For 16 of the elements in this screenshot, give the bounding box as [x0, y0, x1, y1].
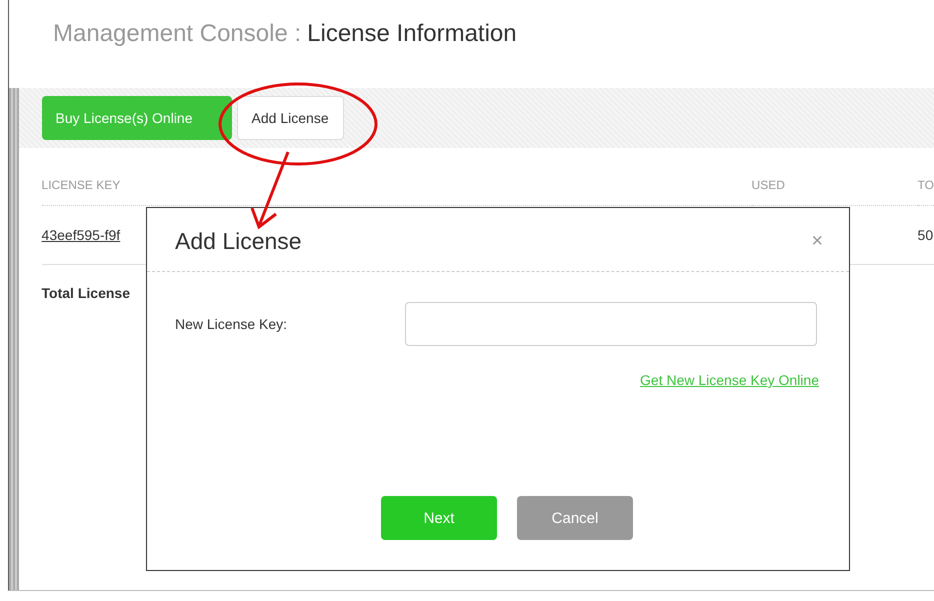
total-label: Total License — [42, 285, 130, 301]
column-header: USED — [752, 165, 918, 206]
column-header: LICENSE KEY — [42, 165, 752, 206]
field-label: New License Key: — [175, 316, 288, 332]
column-header: TO — [918, 165, 934, 206]
get-key-link[interactable]: Get New License Key Online — [640, 372, 819, 388]
next-button[interactable]: Next — [381, 496, 497, 540]
breadcrumb-section: Management Console : — [53, 20, 302, 48]
cancel-button[interactable]: Cancel — [517, 496, 633, 540]
add-license-button[interactable]: Add License — [236, 96, 344, 140]
page-title: License Information — [307, 20, 517, 48]
table-cell: 50 — [918, 206, 934, 265]
buy-button[interactable]: Buy License(s) Online — [42, 96, 232, 140]
close-button[interactable]: × — [805, 229, 829, 254]
dialog-title: Add License — [175, 228, 302, 255]
license-key-field[interactable] — [405, 302, 817, 346]
